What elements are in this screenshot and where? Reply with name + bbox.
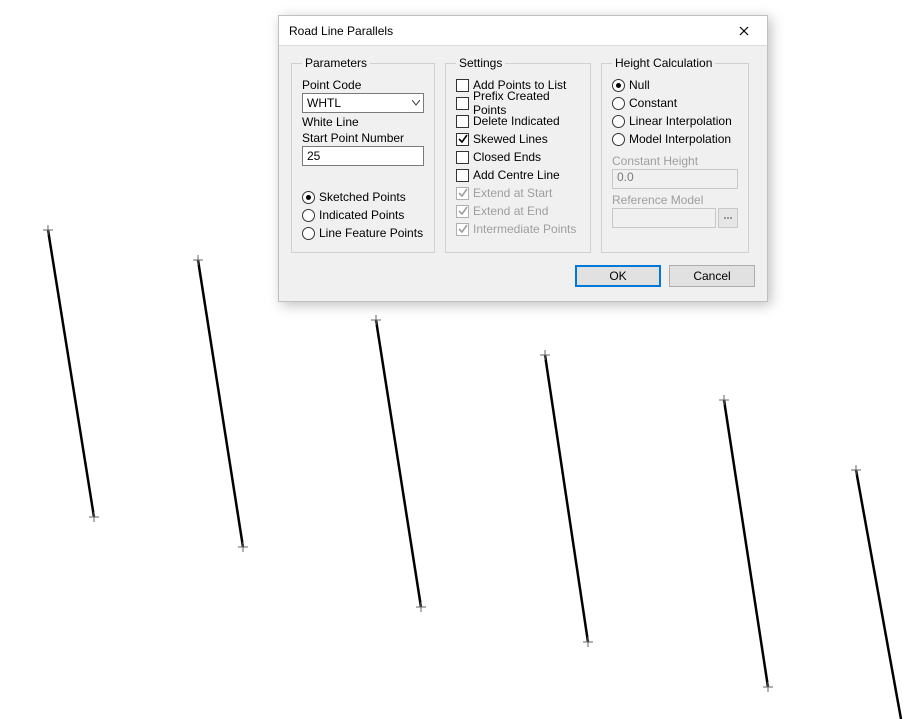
checkbox-label: Intermediate Points [473,222,576,236]
height-calculation-group: Height Calculation Null Constant Linear In… [601,56,749,253]
radio-null[interactable]: Null [612,76,738,94]
checkbox-intermediate-points: Intermediate Points [456,220,580,238]
checkbox-icon [456,187,469,200]
radio-model-interpolation[interactable]: Model Interpolation [612,130,738,148]
checkbox-label: Delete Indicated [473,114,560,128]
checkbox-skewed-lines[interactable]: Skewed Lines [456,130,580,148]
dialog-title: Road Line Parallels [289,24,393,38]
height-legend: Height Calculation [612,56,715,70]
point-code-label: Point Code [302,78,424,92]
reference-model-input [612,208,716,228]
radio-label: Indicated Points [319,208,404,222]
radio-icon [612,115,625,128]
radio-label: Constant [629,96,677,110]
close-icon[interactable] [729,16,759,46]
point-code-value: WHTL [307,96,341,110]
radio-label: Linear Interpolation [629,114,732,128]
titlebar: Road Line Parallels [279,16,767,46]
checkbox-label: Extend at End [473,204,548,218]
parameters-group: Parameters Point Code WHTL White Line St… [291,56,435,253]
radio-label: Line Feature Points [319,226,423,240]
constant-height-input: 0.0 [612,169,738,189]
checkbox-add-centre-line[interactable]: Add Centre Line [456,166,580,184]
checkbox-extend-at-end: Extend at End [456,202,580,220]
checkbox-icon [456,79,469,92]
radio-icon [302,209,315,222]
settings-legend: Settings [456,56,505,70]
radio-icon [302,191,315,204]
radio-icon [612,133,625,146]
settings-group: Settings Add Points to ListPrefix Create… [445,56,591,253]
checkbox-extend-at-start: Extend at Start [456,184,580,202]
road-line-parallels-dialog: Road Line Parallels Parameters Point Cod… [278,15,768,302]
reference-model-browse-button [718,208,738,228]
checkbox-label: Add Centre Line [473,168,560,182]
checkbox-label: Skewed Lines [473,132,548,146]
radio-label: Null [629,78,650,92]
checkbox-icon [456,97,469,110]
radio-sketched-points[interactable]: Sketched Points [302,188,424,206]
point-code-select[interactable]: WHTL [302,93,424,113]
reference-model-label: Reference Model [612,193,738,207]
point-code-desc: White Line [302,115,424,129]
start-point-input[interactable] [302,146,424,166]
radio-label: Model Interpolation [629,132,731,146]
radio-constant[interactable]: Constant [612,94,738,112]
radio-icon [302,227,315,240]
radio-linear-interpolation[interactable]: Linear Interpolation [612,112,738,130]
parameters-legend: Parameters [302,56,370,70]
checkbox-closed-ends[interactable]: Closed Ends [456,148,580,166]
checkbox-icon [456,223,469,236]
radio-line-feature-points[interactable]: Line Feature Points [302,224,424,242]
chevron-down-icon [412,100,420,106]
radio-indicated-points[interactable]: Indicated Points [302,206,424,224]
radio-label: Sketched Points [319,190,406,204]
ellipsis-icon [724,217,732,219]
checkbox-icon [456,115,469,128]
radio-icon [612,79,625,92]
checkbox-icon [456,151,469,164]
checkbox-label: Prefix Created Points [473,89,580,117]
radio-icon [612,97,625,110]
cancel-button[interactable]: Cancel [669,265,755,287]
ok-button[interactable]: OK [575,265,661,287]
checkbox-icon [456,205,469,218]
checkbox-prefix-created-points[interactable]: Prefix Created Points [456,94,580,112]
checkbox-icon [456,133,469,146]
constant-height-label: Constant Height [612,154,738,168]
start-point-label: Start Point Number [302,131,424,145]
checkbox-icon [456,169,469,182]
checkbox-label: Closed Ends [473,150,541,164]
checkbox-label: Extend at Start [473,186,552,200]
